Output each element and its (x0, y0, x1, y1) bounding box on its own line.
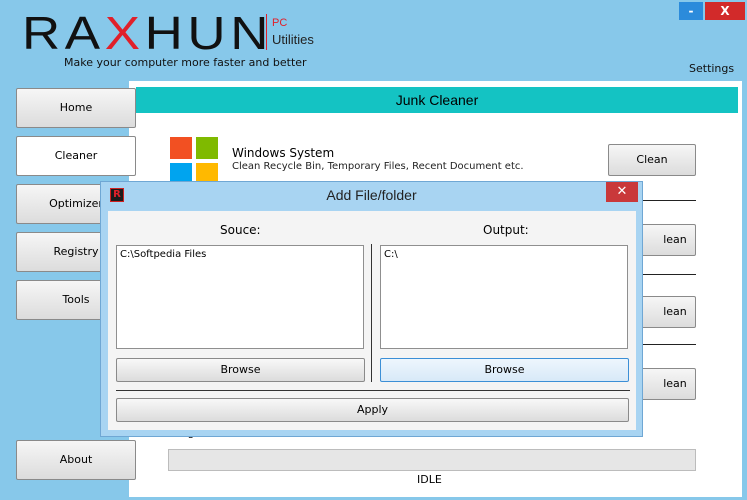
output-label: Output: (483, 223, 529, 237)
clean-button-windows[interactable]: Clean (608, 144, 696, 176)
windows-logo-icon (170, 137, 220, 187)
logo-pc: PC (272, 17, 288, 29)
browse-output-button[interactable]: Browse (380, 358, 629, 382)
horizontal-divider (116, 390, 630, 391)
apply-button[interactable]: Apply (116, 398, 629, 422)
logo-text-x: X (104, 7, 145, 59)
close-button[interactable]: X (705, 2, 745, 20)
sidebar-item-cleaner[interactable]: Cleaner (16, 136, 136, 176)
source-path-box[interactable]: C:\Softpedia Files (116, 245, 364, 349)
progress-bar (168, 449, 696, 471)
settings-link[interactable]: Settings (689, 62, 734, 75)
dialog-title: Add File/folder (326, 187, 417, 203)
dialog-close-button[interactable]: ✕ (606, 182, 638, 202)
sidebar-item-home[interactable]: Home (16, 88, 136, 128)
windows-system-title: Windows System (232, 146, 335, 160)
output-path-box[interactable]: C:\ (380, 245, 628, 349)
status-text: IDLE (417, 473, 442, 486)
column-divider (371, 244, 372, 382)
source-label: Souce: (220, 223, 261, 237)
logo-text-b: HUN (144, 7, 274, 59)
tagline: Make your computer more faster and bette… (64, 56, 307, 69)
logo-utilities: Utilities (272, 32, 314, 47)
minimize-button[interactable]: - (679, 2, 703, 20)
windows-system-description: Clean Recycle Bin, Temporary Files, Rece… (232, 161, 524, 172)
app-logo: RAXHUN (22, 10, 273, 56)
logo-text-a: RA (22, 7, 105, 59)
logo-divider (266, 14, 267, 50)
panel-title: Junk Cleaner (136, 87, 738, 113)
browse-source-button[interactable]: Browse (116, 358, 365, 382)
sidebar-item-about[interactable]: About (16, 440, 136, 480)
